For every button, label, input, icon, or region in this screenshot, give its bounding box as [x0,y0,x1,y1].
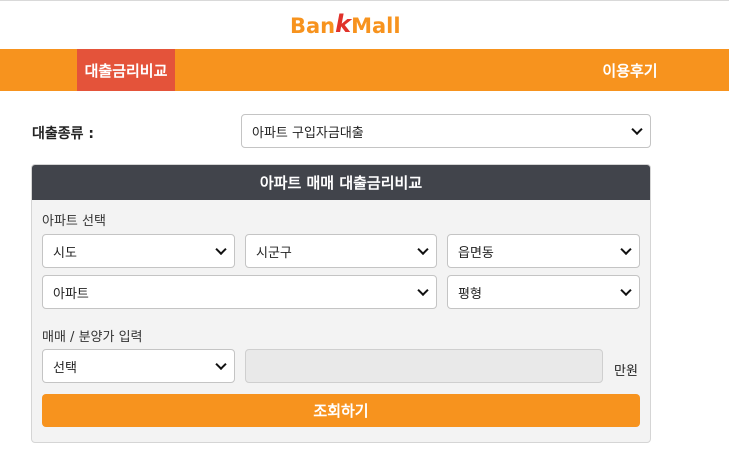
bankmall-logo[interactable]: Ban k Mall [290,10,401,40]
price-input[interactable] [245,349,603,383]
apartment-value: 아파트 [53,286,89,302]
area-select[interactable]: 평형 [447,275,640,309]
apartment-select[interactable]: 아파트 [42,275,437,309]
eupmyeondong-select[interactable]: 읍면동 [447,234,640,268]
sigungu-value: 시군구 [256,245,292,261]
main-nav: 대출금리비교 이용후기 [0,49,729,91]
sigungu-select[interactable]: 시군구 [245,234,437,268]
search-button[interactable]: 조회하기 [42,394,640,427]
logo-mark: k [335,10,352,38]
price-section-label: 매매 / 분양가 입력 [42,330,143,345]
chevron-down-icon [215,243,227,256]
loan-type-label: 대출종류 : [32,126,94,142]
chevron-down-icon [620,243,632,256]
panel-title: 아파트 매매 대출금리비교 [32,165,650,200]
top-border [0,0,729,4]
price-type-select[interactable]: 선택 [42,349,235,383]
nav-item-rate-compare[interactable]: 대출금리비교 [77,49,175,91]
logo-text-prefix: Ban [290,14,336,38]
logo-text-suffix: Mall [351,14,401,38]
chevron-down-icon [215,358,227,371]
sido-value: 시도 [53,245,77,261]
loan-type-select[interactable]: 아파트 구입자금대출 [241,114,651,148]
sido-select[interactable]: 시도 [42,234,235,268]
apartment-section-label: 아파트 선택 [42,214,106,229]
price-type-value: 선택 [53,360,77,376]
eupmyeondong-value: 읍면동 [458,245,494,261]
chevron-down-icon [417,243,429,256]
area-value: 평형 [458,286,482,302]
loan-type-value: 아파트 구입자금대출 [252,125,364,141]
chevron-down-icon [620,284,632,297]
nav-item-reviews[interactable]: 이용후기 [590,49,670,91]
chevron-down-icon [631,123,643,136]
price-unit-label: 만원 [614,364,638,379]
chevron-down-icon [417,284,429,297]
